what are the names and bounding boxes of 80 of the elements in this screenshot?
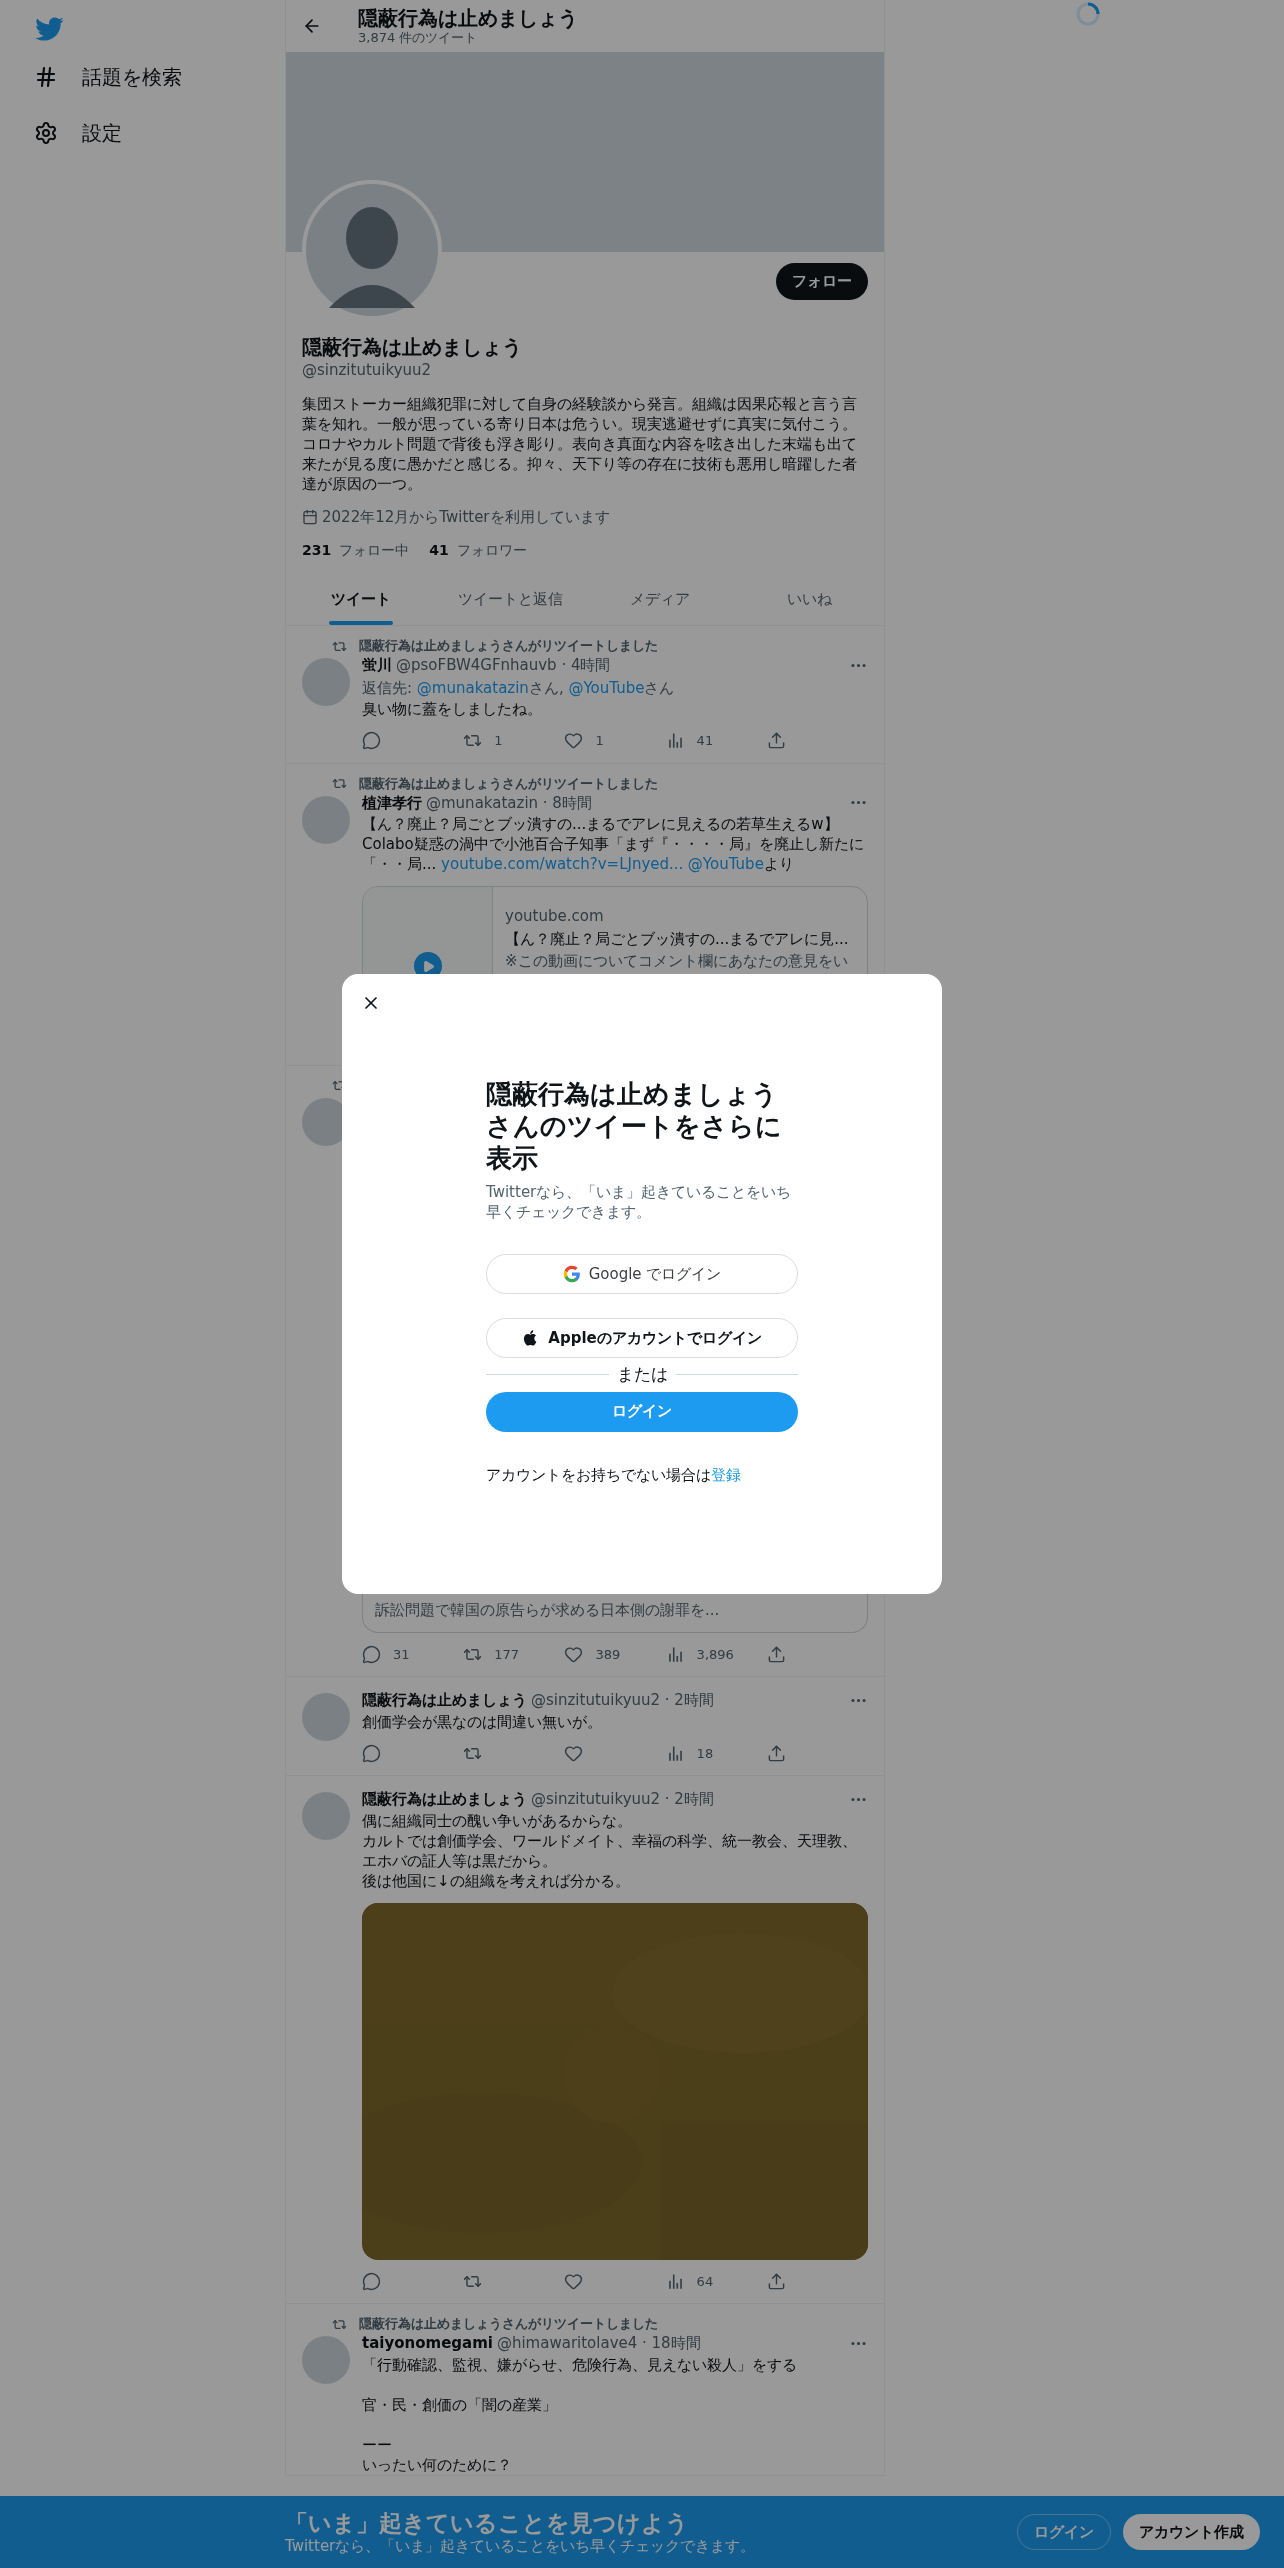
tweet-text: 後は他国に↓の組織を考えれば分かる。 — [362, 1870, 631, 1891]
author-name[interactable]: 隠蔽行為は止めましょう — [362, 1689, 527, 1712]
action-count: 177 — [494, 1645, 520, 1664]
profile-tab[interactable]: メディア — [585, 573, 735, 625]
tweet-text: 官・民・創価の「闇の産業」 — [362, 2394, 558, 2415]
loading-spinner-icon — [1075, 1, 1101, 27]
tweet-card[interactable]: 隠蔽行為は止めましょうさんがリツイートしました 蛍川 @psoFBW4GFnhauvb · 4時間 返信先: @munakatazinさん, @YouTubeさん 臭い物に蓋をしましたね。 1 1 41 — [286, 626, 884, 764]
calendar-icon — [302, 508, 318, 525]
profile-handle: @sinzitutuikyuu2 — [302, 360, 433, 381]
signup-prompt: アカウントをお持ちでない場合は登録 — [486, 1464, 742, 1486]
reply-icon[interactable] — [362, 1743, 381, 1763]
followers-link[interactable]: 41 フォロワー — [429, 540, 527, 561]
share-icon[interactable] — [766, 2271, 786, 2291]
dialog-subtitle: Twitterなら、「いま」起きていることをいち早くチェックできます。 — [486, 1182, 793, 1222]
tweet-text: いったい何のために？ — [362, 2454, 513, 2475]
retweet-label: 隠蔽行為は止めましょうさんがリツイートしました — [359, 2315, 658, 2334]
signup-button[interactable]: アカウント作成 — [1123, 2514, 1260, 2550]
action-count: 1 — [595, 732, 604, 750]
tweet-meta: @sinzitutuikyuu2 · 2時間 — [531, 1690, 714, 1711]
heart-icon[interactable] — [564, 731, 584, 751]
heart-icon[interactable] — [564, 1644, 584, 1664]
tweet-meta: @psoFBW4GFnhauvb · 4時間 — [396, 655, 611, 676]
sidebar-item[interactable]: 話題を検索 — [34, 62, 285, 92]
banner-subtitle: Twitterなら、「いま」起きていることをいち早くチェックできます。 — [285, 2537, 757, 2555]
tweet-text: 偶に組織同士の醜い争いがあるからな。 — [362, 1810, 633, 1831]
action-count: 3,896 — [696, 1645, 734, 1664]
profile-tab[interactable]: ツイート — [286, 573, 436, 625]
action-count: 389 — [595, 1645, 621, 1664]
action-count: 41 — [696, 732, 714, 750]
tweet-text: 臭い物に蓋をしましたね。 — [362, 699, 543, 719]
card-domain: youtube.com — [505, 906, 605, 927]
divider-label: または — [616, 1363, 668, 1386]
action-count: 31 — [393, 1645, 410, 1664]
sidebar-item[interactable]: 設定 — [34, 118, 285, 148]
profile-tab[interactable]: いいね — [734, 573, 884, 625]
author-name[interactable]: taiyonomegami — [362, 2332, 493, 2355]
profile-tab[interactable]: ツイートと返信 — [435, 573, 585, 625]
retweet-label: 隠蔽行為は止めましょうさんがリツイートしました — [359, 637, 658, 656]
heart-icon[interactable] — [564, 1743, 584, 1763]
tweet-text: 創価学会が黒なのは間違い無いが。 — [362, 1711, 603, 1732]
follow-button[interactable]: フォロー — [776, 263, 868, 300]
card-description: ※この動画についてコメント欄にあなたの意見をい — [505, 951, 849, 972]
tweet-meta: @munakatazin · 8時間 — [426, 792, 592, 814]
tweet-meta: @sinzitutuikyuu2 · 2時間 — [531, 1789, 714, 1810]
action-count: 64 — [696, 2272, 714, 2291]
reply-icon[interactable] — [362, 2271, 381, 2291]
settings-icon — [34, 121, 58, 145]
card-title: 【ん？廃止？局ごとブッ潰すの...まるでアレに見... — [505, 928, 850, 950]
share-icon[interactable] — [766, 1743, 786, 1763]
reply-icon[interactable] — [362, 1644, 381, 1664]
hash-icon — [34, 65, 58, 89]
heart-icon[interactable] — [564, 2271, 584, 2291]
profile-bio: 集団ストーカー組織犯罪に対して自身の経験談から発言。組織は因果応報と言う言葉を知れ。一般が思っている寄り日本は危うい。現実逃避せずに真実に気付こう。コロナやカルト問題で背後も浮き彫り。表向き真面な内容を呟き出した末端も出て来たが見る度に愚かだと感じる。抑々、天下り等の存在に技術も悪用し暗躍した者達が原因の一つ。 — [302, 393, 857, 494]
reply-to: 返信先: @munakatazinさん, @YouTubeさん — [362, 677, 676, 699]
tweet-count: 3,874 件のツイート — [358, 30, 479, 46]
share-icon[interactable] — [766, 1644, 786, 1664]
author-name[interactable]: 植津孝行 — [362, 791, 422, 814]
tweet-text: ーー — [362, 2434, 393, 2455]
tweet-meta: @himawaritolave4 · 18時間 — [496, 2333, 701, 2354]
author-name[interactable]: 隠蔽行為は止めましょう — [362, 1788, 527, 1811]
reply-icon[interactable] — [362, 731, 381, 751]
tweet-card[interactable]: 隠蔽行為は止めましょう @sinzitutuikyuu2 · 2時間 創価学会が黒なのは間違い無いが。 18 — [286, 1677, 884, 1776]
following-link[interactable]: 231 フォロー中 — [302, 540, 410, 561]
retweet-label: 隠蔽行為は止めましょうさんがリツイートしました — [359, 774, 658, 793]
tweet-card[interactable]: 隠蔽行為は止めましょうさんがリツイートしました taiyonomegami @himawaritolave4 · 18時間 「行動確認、監視、嫌がらせ、危険行為、見えない殺人」をする 官・民・創価の「闇の産業」 ーー いったい何のために？ — [286, 2304, 884, 2476]
banner-title: 「いま」起きていることを見つけよう — [285, 2509, 690, 2537]
tweet-card[interactable]: 隠蔽行為は止めましょう @sinzitutuikyuu2 · 2時間 偶に組織同士の醜い争いがあるからな。 カルトでは創価学会、ワールドメイト、幸福の科学、統一教会、天理教、エホバの証人等は黒だから。 後は他国に↓の組織を考えれば分かる。 64 — [286, 1776, 884, 2304]
tweet-text: 【ん？廃止？局ごとブッ潰すの...まるでアレに見えるの若草生えるw】Colabo疑惑の渦中で小池百合子知事「まず『・・・・局』を廃止し新たに「・・局... youtube.com/watch?v=LJnyed... @YouTubeより — [362, 814, 865, 874]
join-date: 2022年12月からTwitterを利用しています — [322, 506, 610, 528]
profile-name: 隠蔽行為は止めましょう — [302, 335, 523, 359]
tweet-text: 「行動確認、監視、嫌がらせ、危険行為、見えない殺人」をする — [362, 2354, 798, 2375]
google-logo — [562, 1265, 581, 1283]
action-count: 18 — [696, 1744, 714, 1763]
author-name[interactable]: 蛍川 — [362, 654, 392, 677]
action-count: 1 — [494, 732, 503, 750]
share-icon[interactable] — [766, 731, 786, 751]
dialog-title: 隠蔽行為は止めましょうさんのツイートをさらに表示 — [486, 1078, 783, 1174]
header-title: 隠蔽行為は止めましょう — [358, 6, 578, 30]
card-description: 訴訟問題で韓国の原告らが求める日本側の謝罪を... — [375, 1600, 720, 1619]
tweet-text: カルトでは創価学会、ワールドメイト、幸福の科学、統一教会、天理教、エホバの証人等は黒だから。 — [362, 1830, 858, 1871]
